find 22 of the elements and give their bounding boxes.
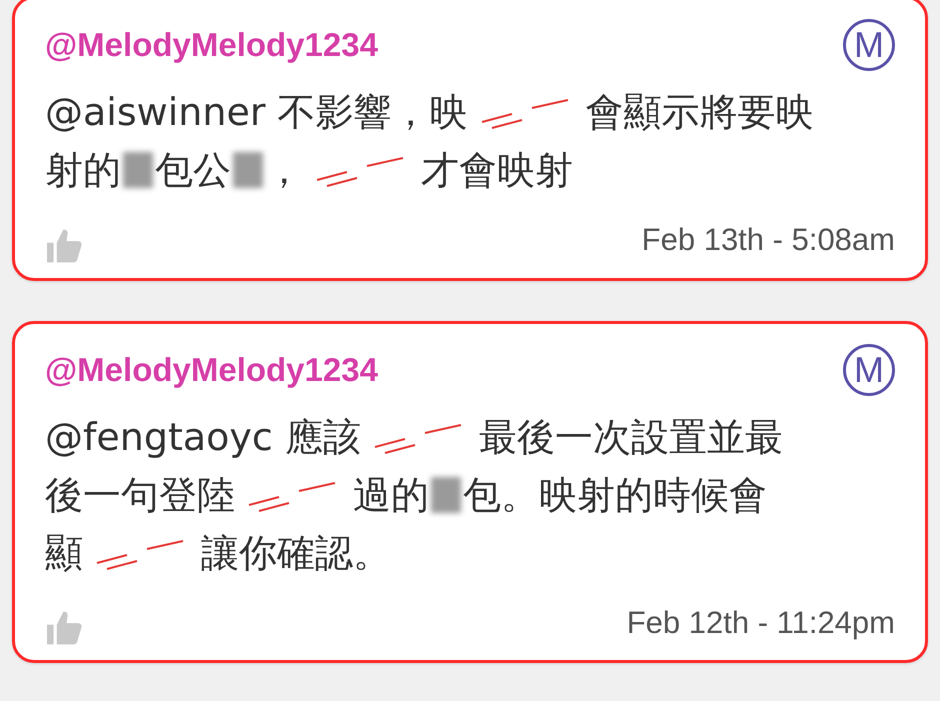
timestamp: Feb 12th - 11:24pm bbox=[626, 604, 895, 642]
message-text: 讓你確認。 bbox=[201, 530, 391, 576]
message-text: 後一句登陸 bbox=[45, 472, 235, 518]
author-name[interactable]: @MelodyMelody1234 bbox=[45, 344, 378, 394]
message-text: @fengtaoyc 應該 bbox=[45, 414, 361, 460]
message-text: 包公 bbox=[155, 147, 231, 194]
blurred-character bbox=[123, 152, 153, 188]
message-text: 最後一次設置並最 bbox=[478, 414, 783, 460]
avatar-icon: M bbox=[843, 344, 895, 396]
blurred-character bbox=[233, 152, 263, 188]
message-text: ， bbox=[265, 147, 303, 194]
message-text: 會顯示將要映 bbox=[586, 89, 814, 136]
author-name[interactable]: @MelodyMelody1234 bbox=[45, 20, 378, 70]
message-text: 包。映射的時候會 bbox=[463, 472, 767, 518]
avatar-icon: M bbox=[843, 19, 895, 71]
message-text: 射的 bbox=[45, 147, 121, 194]
message-text: 過的 bbox=[353, 472, 429, 518]
blurred-character bbox=[431, 476, 461, 512]
message-text: @aiswinner 不影響，映 bbox=[45, 89, 468, 136]
message-text: 顯 bbox=[45, 530, 83, 576]
timestamp: Feb 13th - 5:08am bbox=[642, 221, 895, 259]
message-text: 才會映射 bbox=[421, 147, 573, 194]
